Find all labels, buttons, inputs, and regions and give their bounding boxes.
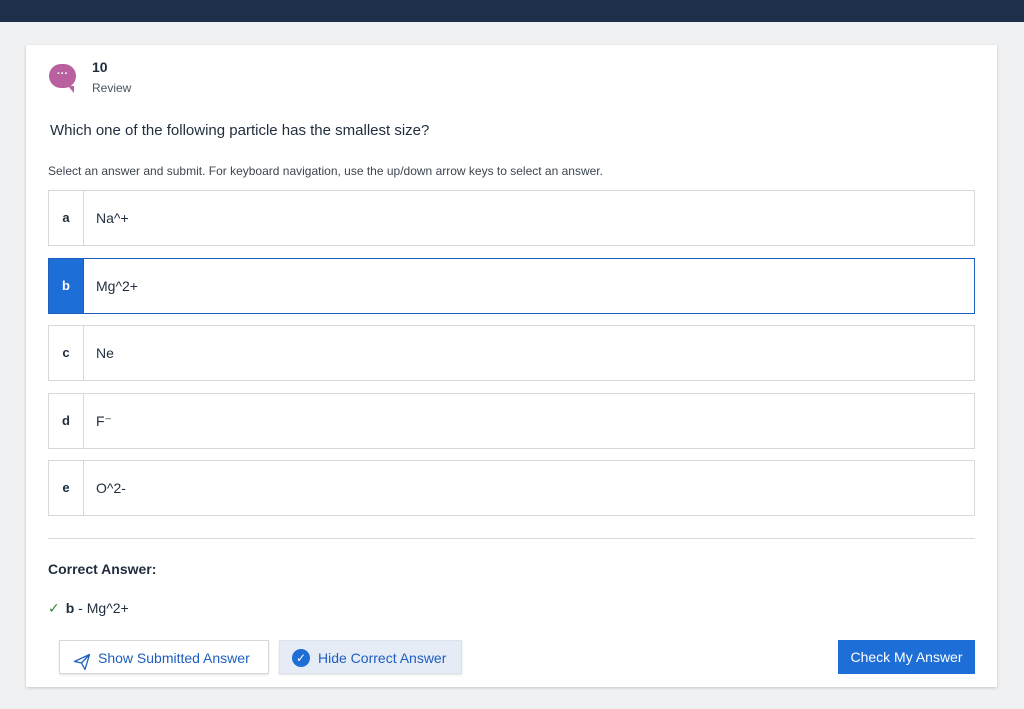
top-bar (0, 0, 1024, 22)
answer-option-b[interactable]: b Mg^2+ (48, 258, 975, 314)
option-letter: c (49, 326, 84, 380)
correct-answer-separator: - (74, 600, 87, 616)
answer-option-d[interactable]: d F⁻ (48, 393, 975, 449)
hide-correct-answer-label: Hide Correct Answer (318, 650, 447, 666)
question-status: Review (92, 81, 132, 95)
option-text: Ne (96, 345, 114, 361)
answer-option-c[interactable]: c Ne (48, 325, 975, 381)
option-letter: a (49, 191, 84, 245)
option-letter: d (49, 394, 84, 448)
chat-bubble-icon: ··· (49, 64, 76, 93)
show-submitted-answer-label: Show Submitted Answer (98, 650, 250, 666)
correct-answer: ✓ b - Mg^2+ (48, 600, 129, 617)
correct-answer-label: Correct Answer: (48, 561, 157, 577)
show-submitted-answer-button[interactable]: Show Submitted Answer (59, 640, 269, 674)
option-text: Mg^2+ (96, 278, 138, 294)
instructions: Select an answer and submit. For keyboar… (48, 164, 603, 178)
option-letter: e (49, 461, 84, 515)
answer-option-a[interactable]: a Na^+ (48, 190, 975, 246)
correct-answer-text: Mg^2+ (86, 600, 129, 616)
option-text: O^2- (96, 480, 126, 496)
paper-plane-icon (73, 649, 91, 683)
divider (48, 538, 975, 539)
question-text: Which one of the following particle has … (50, 122, 430, 139)
checkmark-icon: ✓ (48, 600, 60, 616)
correct-answer-letter: b (65, 600, 75, 616)
question-number: 10 (92, 59, 108, 75)
answer-option-e[interactable]: e O^2- (48, 460, 975, 516)
option-text: Na^+ (96, 210, 129, 226)
option-text: F⁻ (96, 413, 112, 429)
option-letter: b (49, 259, 84, 313)
hide-correct-answer-button[interactable]: ✓ Hide Correct Answer (279, 640, 462, 674)
question-card: ··· 10 Review Which one of the following… (26, 45, 997, 687)
check-circle-icon: ✓ (292, 649, 310, 667)
check-my-answer-button[interactable]: Check My Answer (838, 640, 975, 674)
